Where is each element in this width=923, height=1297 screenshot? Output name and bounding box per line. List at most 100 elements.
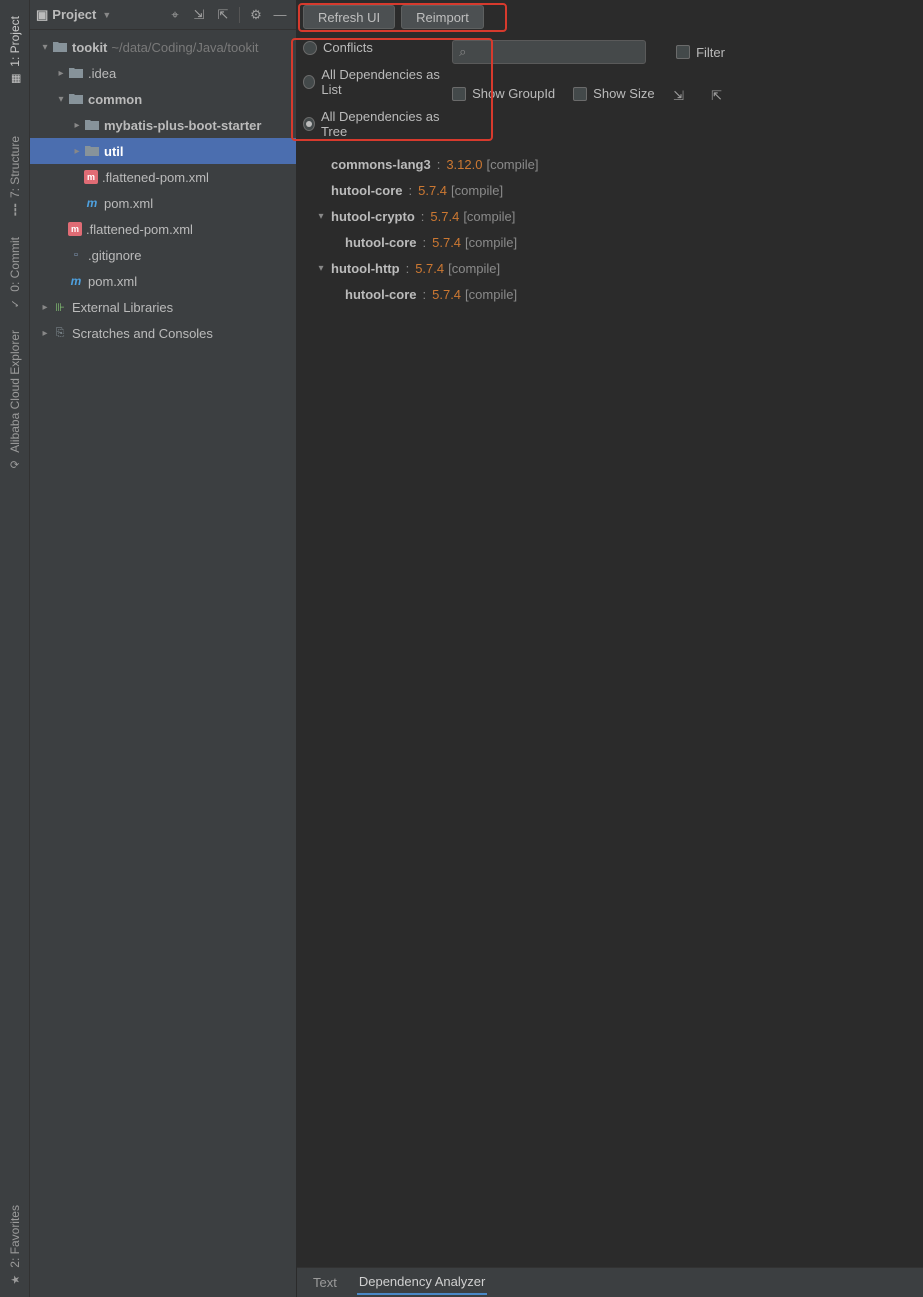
rail-tab-structure[interactable]: ┇ 7: Structure xyxy=(5,126,25,227)
checkbox-icon xyxy=(452,87,466,101)
radio-deps-tree[interactable]: All Dependencies as Tree xyxy=(303,109,444,139)
tab-dependency-analyzer[interactable]: Dependency Analyzer xyxy=(357,1270,487,1295)
dep-version: 5.7.4 xyxy=(415,261,444,276)
pom-icon: m xyxy=(84,195,100,211)
tree-label: .idea xyxy=(88,66,116,81)
tab-label: Dependency Analyzer xyxy=(359,1274,485,1289)
reimport-button[interactable]: Reimport xyxy=(401,5,484,29)
scratch-icon: ⎘ xyxy=(52,325,68,341)
tree-label: tookit xyxy=(72,40,107,55)
tree-row[interactable]: ▸ .idea xyxy=(30,60,296,86)
project-view-icon: ▣ xyxy=(36,7,48,23)
chevron-icon[interactable]: ▾ xyxy=(38,42,52,53)
rail-tab-favorites[interactable]: ★ 2: Favorites xyxy=(5,1195,25,1297)
tree-row[interactable]: ▸mpom.xml xyxy=(30,190,296,216)
chevron-icon[interactable]: ▸ xyxy=(38,302,52,313)
chevron-icon[interactable]: ▸ xyxy=(70,146,84,157)
tree-row[interactable]: ▾common xyxy=(30,86,296,112)
separator xyxy=(239,7,240,23)
project-tree[interactable]: ▾tookit~/data/Coding/Java/tookit▸.idea▾c… xyxy=(30,30,296,1297)
checkbox-icon xyxy=(676,45,690,59)
file-icon: ▫ xyxy=(68,247,84,263)
separator: : xyxy=(423,287,427,302)
dep-scope: [compile] xyxy=(448,261,500,276)
cloud-icon: ⟳ xyxy=(8,458,22,472)
maven-icon: m xyxy=(84,170,98,184)
star-icon: ★ xyxy=(8,1273,22,1287)
tree-label: .flattened-pom.xml xyxy=(102,170,209,185)
collapse-all-icon[interactable]: ⇱ xyxy=(213,5,233,25)
folder-icon xyxy=(52,39,68,55)
dep-version: 3.12.0 xyxy=(446,157,482,172)
tree-row[interactable]: ▸⎘Scratches and Consoles xyxy=(30,320,296,346)
rail-tab-label: 1: Project xyxy=(8,16,22,67)
dependency-row[interactable]: ▸hutool-core : 5.7.4 [compile] xyxy=(311,229,917,255)
dep-controls: ⌕ Filter Show GroupId Show Size ⇲ xyxy=(452,34,923,106)
maven-toolbar: Refresh UI Reimport xyxy=(297,0,923,34)
editor-main: Refresh UI Reimport Conflicts All Depend… xyxy=(297,0,923,1297)
tree-label: pom.xml xyxy=(104,196,153,211)
tree-row[interactable]: ▸util xyxy=(30,138,296,164)
locate-icon[interactable]: ⌖ xyxy=(165,5,185,25)
dependency-row[interactable]: ▸hutool-core : 5.7.4 [compile] xyxy=(311,177,917,203)
dependency-row[interactable]: ▾hutool-crypto : 5.7.4 [compile] xyxy=(311,203,917,229)
chevron-icon[interactable]: ▾ xyxy=(315,211,327,222)
separator: : xyxy=(423,235,427,250)
dep-version: 5.7.4 xyxy=(430,209,459,224)
hide-icon[interactable]: — xyxy=(270,5,290,25)
rail-tab-label: Alibaba Cloud Explorer xyxy=(8,330,22,453)
tree-row[interactable]: ▸m.flattened-pom.xml xyxy=(30,164,296,190)
rail-tab-project[interactable]: ▦ 1: Project xyxy=(5,6,25,96)
rail-tab-commit[interactable]: ✓ 0: Commit xyxy=(5,227,25,321)
radio-deps-list[interactable]: All Dependencies as List xyxy=(303,67,444,97)
dependency-tree[interactable]: ▸commons-lang3 : 3.12.0 [compile]▸hutool… xyxy=(297,145,923,307)
dep-scope: [compile] xyxy=(465,287,517,302)
tree-row[interactable]: ▸ mybatis-plus-boot-starter xyxy=(30,112,296,138)
project-view-selector[interactable]: ▣ Project ▼ xyxy=(36,7,111,23)
radio-conflicts[interactable]: Conflicts xyxy=(303,40,444,55)
chevron-icon[interactable]: ▾ xyxy=(54,94,68,105)
radio-label: All Dependencies as List xyxy=(321,67,444,97)
chevron-icon[interactable]: ▸ xyxy=(70,120,84,131)
chevron-icon[interactable]: ▸ xyxy=(38,328,52,339)
dep-name: hutool-core xyxy=(345,235,417,250)
tree-label: .flattened-pom.xml xyxy=(86,222,193,237)
expand-all-icon[interactable]: ⇲ xyxy=(669,86,689,106)
folder-icon xyxy=(68,91,84,107)
tree-row[interactable]: ▸mpom.xml xyxy=(30,268,296,294)
dep-name: hutool-core xyxy=(331,183,403,198)
tree-row[interactable]: ▸m.flattened-pom.xml xyxy=(30,216,296,242)
commit-icon: ✓ xyxy=(8,296,22,310)
rail-tab-alibaba[interactable]: ⟳ Alibaba Cloud Explorer xyxy=(5,320,25,482)
project-icon: ▦ xyxy=(8,72,22,86)
rail-tab-label: 0: Commit xyxy=(8,237,22,292)
show-groupid-checkbox[interactable]: Show GroupId xyxy=(452,86,555,101)
refresh-ui-button[interactable]: Refresh UI xyxy=(303,5,395,29)
tree-row[interactable]: ▸⊪External Libraries xyxy=(30,294,296,320)
dependency-row[interactable]: ▾hutool-http : 5.7.4 [compile] xyxy=(311,255,917,281)
expand-all-icon[interactable]: ⇲ xyxy=(189,5,209,25)
dep-name: hutool-crypto xyxy=(331,209,415,224)
project-tool-window: ▣ Project ▼ ⌖ ⇲ ⇱ ⚙ — ▾tookit~/data/Codi… xyxy=(30,0,297,1297)
separator: : xyxy=(406,261,410,276)
tree-label: mybatis-plus-boot-starter xyxy=(104,118,261,133)
tab-text[interactable]: Text xyxy=(311,1271,339,1294)
dependency-row[interactable]: ▸hutool-core : 5.7.4 [compile] xyxy=(311,281,917,307)
show-size-checkbox[interactable]: Show Size xyxy=(573,86,654,101)
checkbox-label: Show Size xyxy=(593,86,654,101)
project-view-label: Project xyxy=(52,7,96,22)
separator: : xyxy=(409,183,413,198)
search-input[interactable]: ⌕ xyxy=(452,40,646,64)
tree-row[interactable]: ▸▫.gitignore xyxy=(30,242,296,268)
dep-version: 5.7.4 xyxy=(418,183,447,198)
folder-icon xyxy=(84,143,100,159)
chevron-icon[interactable]: ▾ xyxy=(315,263,327,274)
collapse-all-icon[interactable]: ⇱ xyxy=(707,86,727,106)
dependency-row[interactable]: ▸commons-lang3 : 3.12.0 [compile] xyxy=(311,151,917,177)
tree-row[interactable]: ▾tookit~/data/Coding/Java/tookit xyxy=(30,34,296,60)
checkbox-label: Filter xyxy=(696,45,725,60)
gear-icon[interactable]: ⚙ xyxy=(246,5,266,25)
filter-checkbox[interactable]: Filter xyxy=(676,45,725,60)
chevron-icon[interactable]: ▸ xyxy=(54,68,68,79)
folder-icon xyxy=(68,65,84,81)
